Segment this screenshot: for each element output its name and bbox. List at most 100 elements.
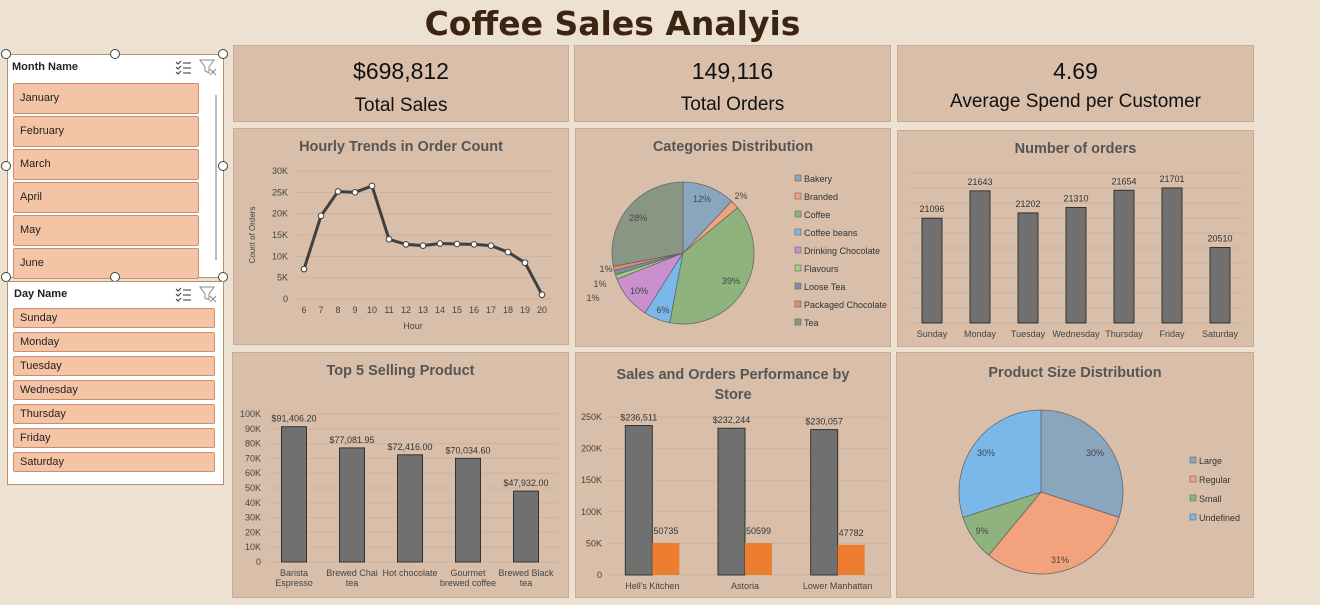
x-tick-label: Thursday xyxy=(1105,329,1143,339)
bar xyxy=(969,190,991,324)
legend-entry: Tea xyxy=(804,318,819,328)
data-label: 21310 xyxy=(1063,194,1088,204)
data-point xyxy=(521,259,529,267)
data-label: $72,416.00 xyxy=(387,442,432,452)
day-slicer-title: Day Name xyxy=(14,288,68,300)
resize-handle[interactable] xyxy=(1,161,11,171)
dashboard-title: Coffee Sales Analyis xyxy=(424,4,801,43)
y-tick-label: 10K xyxy=(272,251,288,261)
x-tick-label: Monday xyxy=(964,329,997,339)
data-point xyxy=(368,182,376,190)
x-tick-label: Hot chocolate xyxy=(382,568,437,578)
data-point xyxy=(385,235,393,243)
bar xyxy=(837,544,865,575)
kpi-value: 4.69 xyxy=(1053,58,1098,84)
kpi-value: 149,116 xyxy=(691,58,774,84)
resize-handle[interactable] xyxy=(218,161,228,171)
y-tick-label: 20K xyxy=(272,209,288,219)
multi-select-icon[interactable] xyxy=(174,58,192,76)
day-slicer-item[interactable]: Monday xyxy=(13,332,215,352)
day-slicer-item[interactable]: Tuesday xyxy=(13,356,215,376)
x-tick-label: 16 xyxy=(469,305,479,315)
data-point xyxy=(300,265,308,273)
data-label: 21643 xyxy=(967,177,992,187)
x-tick-label: Wednesday xyxy=(1052,329,1100,339)
x-axis-label: Hour xyxy=(403,321,423,331)
legend-entry: Drinking Chocolate xyxy=(804,246,880,256)
day-slicer-item[interactable]: Friday xyxy=(13,428,215,448)
legend-entry: Loose Tea xyxy=(804,282,845,292)
bar xyxy=(1209,247,1231,324)
bar xyxy=(745,543,772,575)
x-tick-label: 15 xyxy=(452,305,462,315)
data-point xyxy=(419,242,427,249)
multi-select-icon[interactable] xyxy=(174,285,192,303)
pie-slice xyxy=(611,181,684,267)
bar xyxy=(1113,189,1135,324)
month-slicer[interactable]: Month Name January February March April May J… xyxy=(7,54,224,279)
legend-entry: Branded xyxy=(804,192,838,202)
x-tick-label: Brewed Black xyxy=(498,568,554,578)
month-slicer-item[interactable]: June xyxy=(13,248,199,279)
clear-filter-icon[interactable] xyxy=(199,58,217,76)
y-tick-label: 60K xyxy=(245,468,261,478)
day-slicer-item[interactable]: Thursday xyxy=(13,404,215,424)
month-slicer-title: Month Name xyxy=(12,61,78,73)
legend-swatch xyxy=(1189,494,1197,502)
resize-handle[interactable] xyxy=(218,49,228,59)
resize-handle[interactable] xyxy=(110,49,120,59)
data-point xyxy=(470,241,478,248)
data-point xyxy=(351,189,359,196)
data-label: $232,244 xyxy=(713,415,751,425)
data-point xyxy=(317,212,325,220)
month-slicer-item[interactable]: February xyxy=(13,116,199,147)
y-tick-label: 10K xyxy=(245,542,261,552)
legend-entry: Undefined xyxy=(1199,513,1240,523)
y-tick-label: 0 xyxy=(283,294,288,304)
month-slicer-item[interactable]: April xyxy=(13,182,199,213)
resize-handle[interactable] xyxy=(1,49,11,59)
kpi-label: Total Sales xyxy=(354,95,448,116)
month-slicer-item[interactable]: March xyxy=(13,149,199,180)
month-slicer-item[interactable]: May xyxy=(13,215,199,246)
bar xyxy=(1161,187,1183,324)
data-label: 2% xyxy=(734,191,747,201)
number-of-orders-chart: Number of orders 21096 Sunday 21643 Monday 2… xyxy=(897,130,1254,347)
data-label: 50599 xyxy=(746,526,771,536)
data-label: 39% xyxy=(722,276,740,286)
day-slicer-item[interactable]: Saturday xyxy=(13,452,215,472)
data-label: 10% xyxy=(630,286,648,296)
data-label: $77,081.95 xyxy=(329,435,374,445)
legend-swatch xyxy=(794,282,802,290)
x-tick-label: Friday xyxy=(1159,329,1185,339)
month-slicer-item[interactable]: January xyxy=(13,83,199,114)
x-tick-label: 12 xyxy=(401,305,411,315)
x-tick-label: Sunday xyxy=(917,329,948,339)
day-slicer-item[interactable]: Wednesday xyxy=(13,380,215,400)
month-slicer-scrollbar[interactable] xyxy=(215,95,217,260)
legend-swatch xyxy=(1189,513,1197,521)
x-tick-label: Lower Manhattan xyxy=(803,581,873,591)
y-tick-label: 200K xyxy=(581,444,602,454)
y-tick-label: 50K xyxy=(245,483,261,493)
kpi-label: Average Spend per Customer xyxy=(949,91,1202,112)
data-label: 1% xyxy=(593,279,606,289)
bar xyxy=(652,542,680,575)
day-slicer[interactable]: Day Name Sunday Monday Tuesday Wednesday Thu… xyxy=(7,281,224,485)
x-tick-label: Hell's Kitchen xyxy=(625,581,679,591)
y-tick-label: 30K xyxy=(245,513,261,523)
x-tick-label: Espresso xyxy=(275,578,313,588)
clear-filter-icon[interactable] xyxy=(199,285,217,303)
store-performance-chart: Sales and Orders Performance by Store 05… xyxy=(575,352,891,598)
legend-swatch xyxy=(794,300,802,308)
legend-entry: Large xyxy=(1199,456,1222,466)
legend-swatch xyxy=(1189,456,1197,464)
data-label: 1% xyxy=(586,293,599,303)
x-tick-label: Saturday xyxy=(1202,329,1239,339)
legend-entry: Coffee beans xyxy=(804,228,858,238)
y-tick-label: 5K xyxy=(277,273,288,283)
x-tick-label: Barista xyxy=(280,568,308,578)
y-tick-label: 25K xyxy=(272,187,288,197)
x-tick-label: 7 xyxy=(318,305,323,315)
day-slicer-item[interactable]: Sunday xyxy=(13,308,215,328)
